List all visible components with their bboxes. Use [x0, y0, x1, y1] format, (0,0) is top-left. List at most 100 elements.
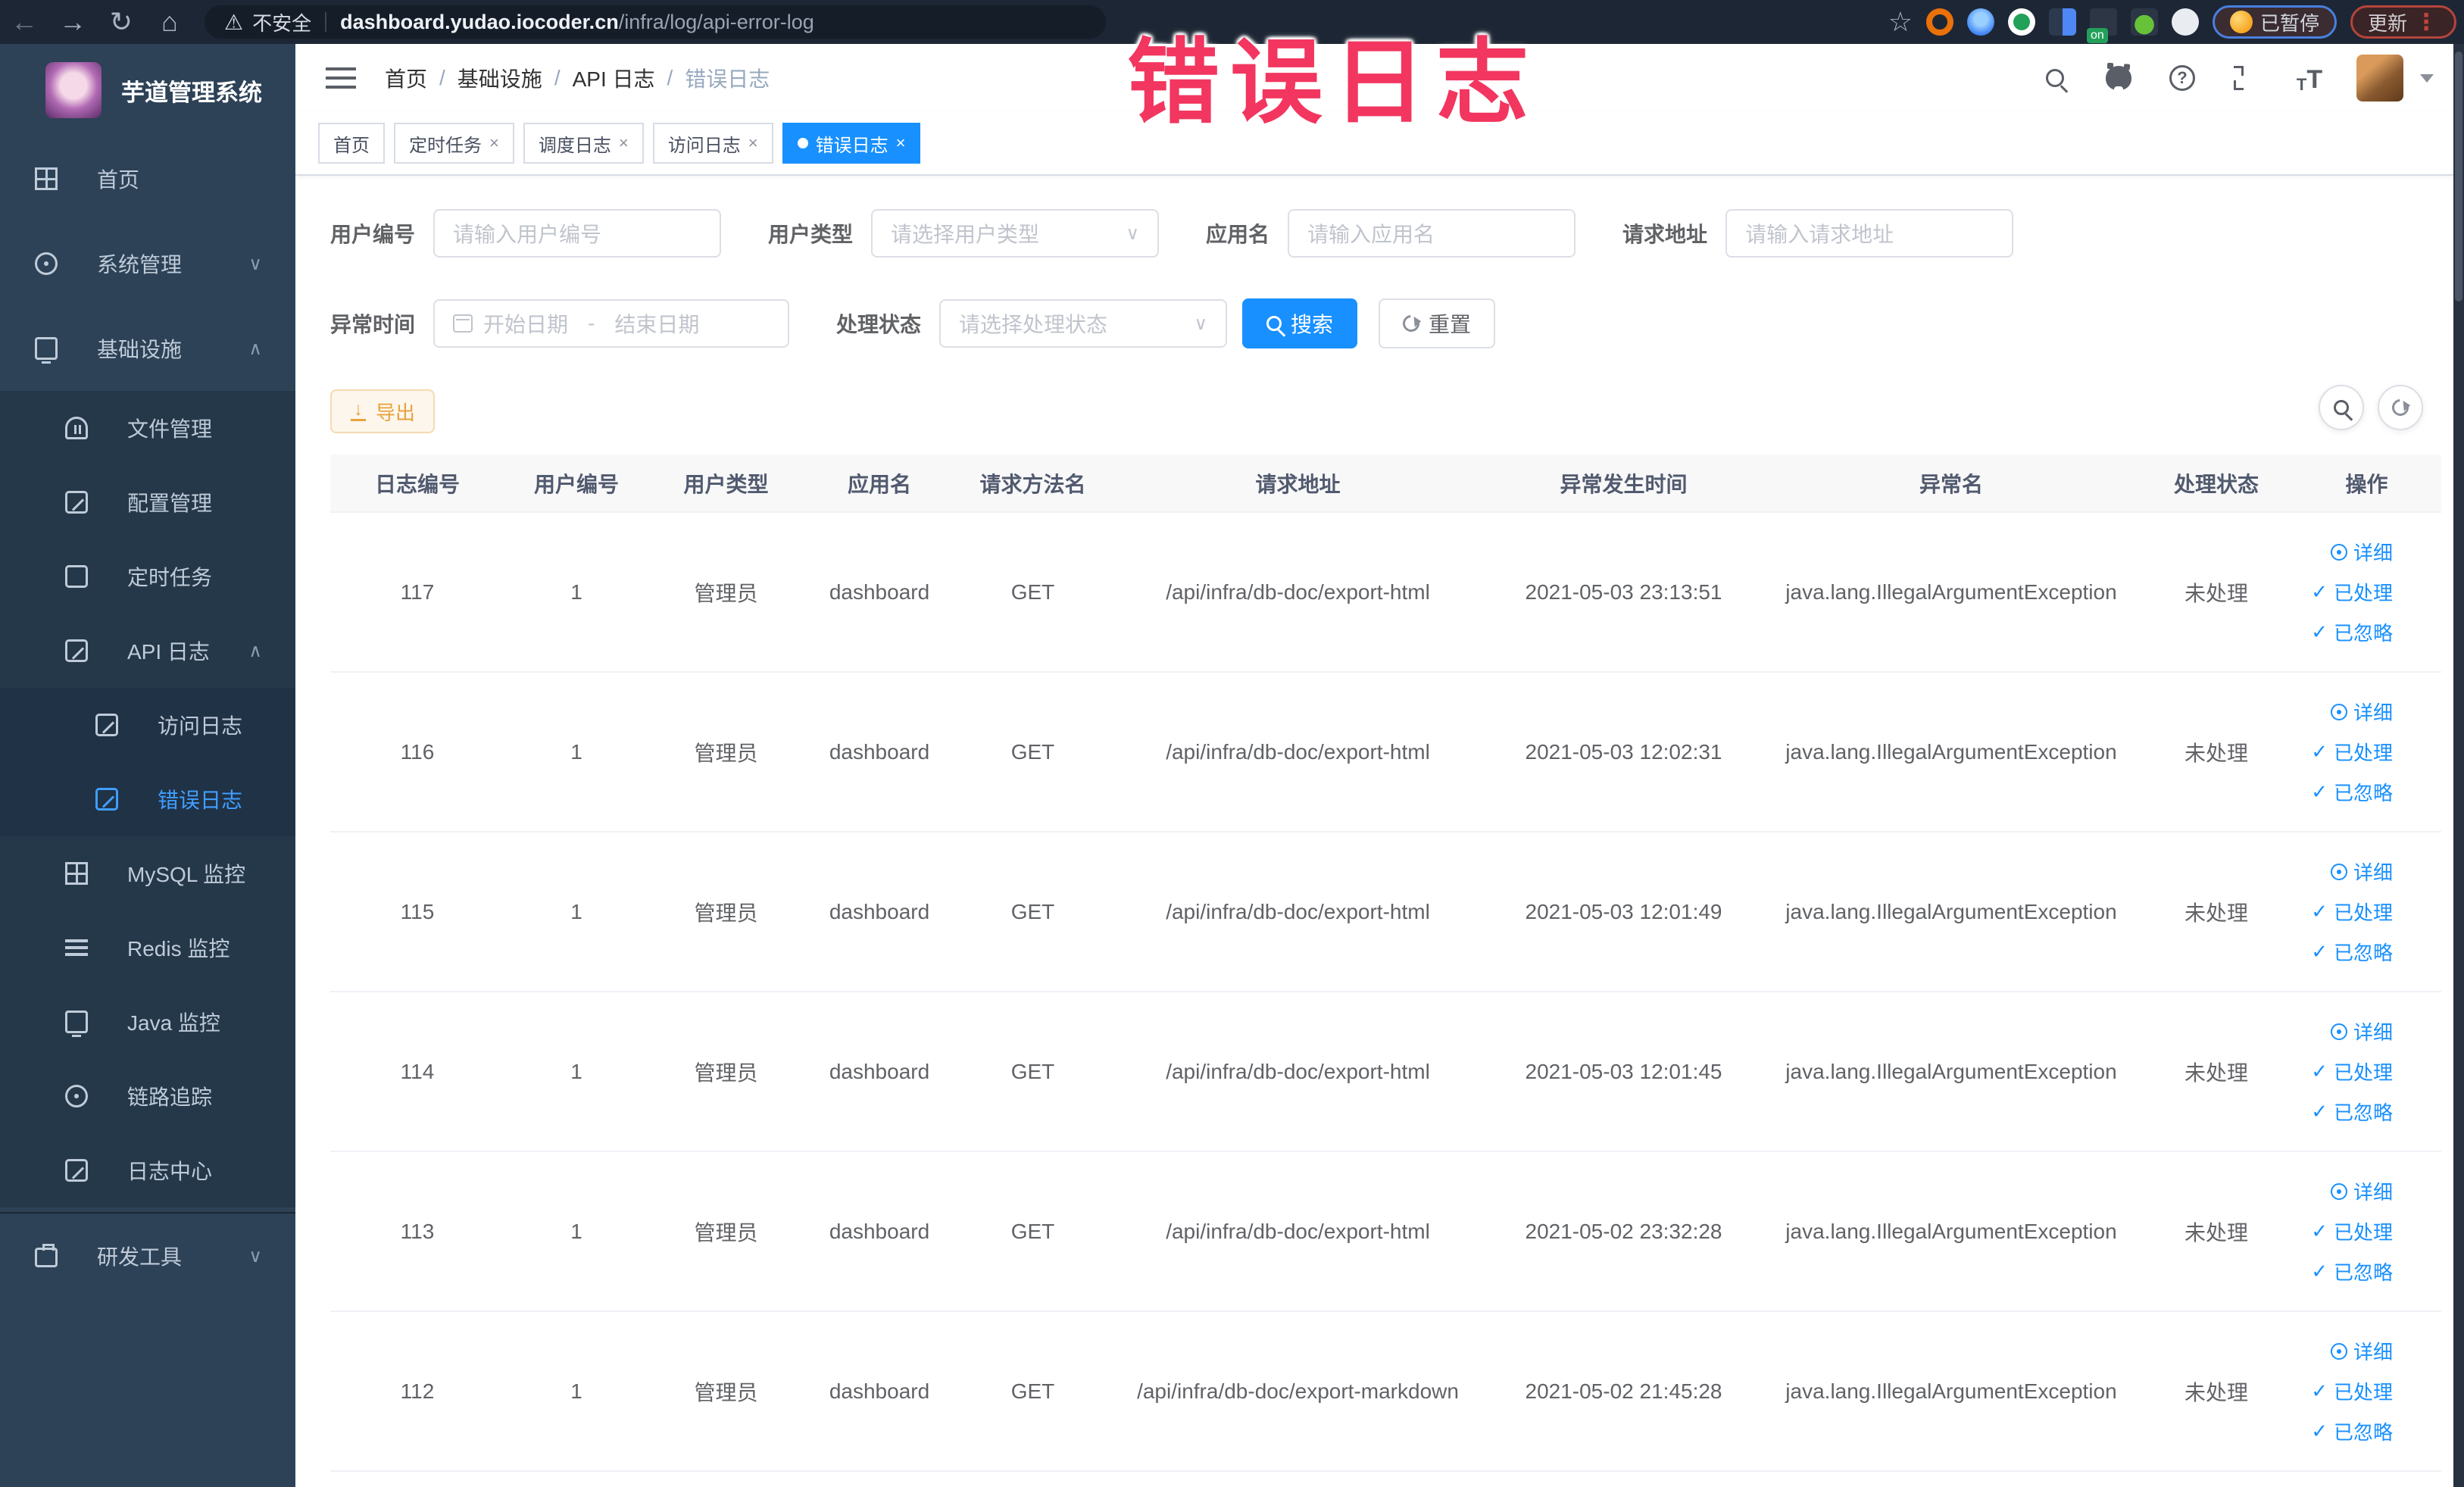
app-name-placeholder: 请输入应用名: [1307, 223, 1435, 246]
ignored-link[interactable]: ✓ 已忽略: [2311, 1417, 2393, 1445]
extension-icon-blue-pin[interactable]: [1966, 8, 1994, 36]
tab-access-log[interactable]: 访问日志 ×: [652, 123, 773, 164]
date-start-placeholder: 开始日期: [483, 313, 569, 336]
user-id-placeholder: 请输入用户编号: [453, 223, 602, 246]
processed-link[interactable]: ✓ 已处理: [2311, 1057, 2393, 1086]
tab-error-log[interactable]: 错误日志 ×: [782, 123, 921, 164]
github-icon[interactable]: [2102, 61, 2135, 95]
browser-menu-dots-icon[interactable]: ⋮: [2415, 9, 2439, 36]
extension-icon-puzzle[interactable]: [2171, 8, 2199, 36]
tab-home[interactable]: 首页: [318, 123, 385, 164]
sidebar-item-trace[interactable]: 链路追踪: [0, 1059, 295, 1133]
sidebar-item-mysql-monitor[interactable]: MySQL 监控: [0, 836, 295, 911]
col-time: 异常发生时间: [1485, 455, 1762, 512]
process-status-select[interactable]: 请选择处理状态 ∨: [939, 299, 1228, 348]
search-icon[interactable]: [2038, 61, 2072, 95]
breadcrumb-home[interactable]: 首页: [385, 63, 427, 93]
breadcrumb-separator: /: [439, 66, 445, 89]
sidebar-item-log-center[interactable]: 日志中心: [0, 1133, 295, 1207]
processed-link[interactable]: ✓ 已处理: [2311, 898, 2393, 926]
sidebar-item-file-management[interactable]: 文件管理: [0, 391, 295, 465]
table-header-row: 日志编号 用户编号 用户类型 应用名 请求方法名 请求地址 异常发生时间 异常名…: [330, 455, 2441, 512]
processed-link[interactable]: ✓ 已处理: [2311, 1377, 2393, 1405]
processed-link[interactable]: ✓ 已处理: [2311, 1217, 2393, 1245]
sidebar-item-redis-monitor[interactable]: Redis 监控: [0, 911, 295, 985]
annotation-overlay: 错误日志: [1127, 31, 1539, 134]
search-lens-icon: [2046, 69, 2064, 87]
detail-link[interactable]: 详细: [2330, 1177, 2393, 1205]
close-icon[interactable]: ×: [619, 133, 629, 153]
exception-time-range-picker[interactable]: 开始日期 - 结束日期: [433, 299, 790, 348]
tab-schedule-log[interactable]: 调度日志 ×: [523, 123, 644, 164]
extension-icon-grid[interactable]: [2048, 8, 2076, 36]
ignored-link[interactable]: ✓ 已忽略: [2311, 1257, 2393, 1286]
sidebar-item-home[interactable]: 首页: [0, 136, 295, 221]
table-row: 115 1 管理员 dashboard GET /api/infra/db-do…: [330, 832, 2441, 992]
detail-link[interactable]: 详细: [2330, 1337, 2393, 1365]
scrollbar-thumb[interactable]: [2455, 52, 2462, 301]
fullscreen-icon[interactable]: [2229, 61, 2263, 95]
avatar-caret-down-icon[interactable]: [2420, 73, 2434, 83]
browser-reload-icon[interactable]: ↻: [97, 6, 145, 38]
request-url-input[interactable]: 请输入请求地址: [1725, 209, 2014, 258]
export-button[interactable]: ↓ 导出: [330, 389, 436, 433]
redis-layers-icon: [65, 936, 88, 959]
user-type-select[interactable]: 请选择用户类型 ∨: [871, 209, 1160, 258]
sidebar-item-api-log[interactable]: API 日志 ∧: [0, 614, 295, 688]
app-name-input[interactable]: 请输入应用名: [1288, 209, 1576, 258]
detail-link[interactable]: 详细: [2330, 538, 2393, 566]
ignored-link[interactable]: ✓ 已忽略: [2311, 938, 2393, 966]
extension-icon-orange-ring[interactable]: [1925, 8, 1953, 36]
sidebar-item-access-log[interactable]: 访问日志: [0, 688, 295, 762]
ignored-link[interactable]: ✓ 已忽略: [2311, 618, 2393, 646]
sidebar-item-scheduled-tasks[interactable]: 定时任务: [0, 539, 295, 614]
tab-scheduled-tasks[interactable]: 定时任务 ×: [394, 123, 514, 164]
dashboard-icon: [35, 167, 58, 190]
avatar[interactable]: [2356, 55, 2403, 102]
detail-link[interactable]: 详细: [2330, 1017, 2393, 1045]
address-bar[interactable]: ⚠ 不安全 dashboard.yudao.iocoder.cn /infra/…: [205, 5, 1106, 39]
sidebar-item-error-log[interactable]: 错误日志: [0, 762, 295, 836]
detail-link[interactable]: 详细: [2330, 858, 2393, 886]
browser-home-icon[interactable]: ⌂: [145, 6, 194, 38]
breadcrumb-api-log[interactable]: API 日志: [573, 63, 655, 93]
not-secure-warning-icon: ⚠: [224, 10, 244, 34]
detail-link[interactable]: 详细: [2330, 698, 2393, 726]
update-button[interactable]: 更新 ⋮: [2350, 5, 2456, 39]
toggle-search-button[interactable]: [2319, 385, 2364, 430]
refresh-table-button[interactable]: [2378, 385, 2423, 430]
app-logo-row[interactable]: 芋道管理系统: [0, 44, 295, 136]
ignored-link[interactable]: ✓ 已忽略: [2311, 778, 2393, 806]
processed-link[interactable]: ✓ 已处理: [2311, 578, 2393, 606]
scrollbar[interactable]: [2453, 44, 2464, 1487]
download-icon: ↓: [350, 401, 367, 421]
extension-icon-sprout[interactable]: [2130, 8, 2158, 36]
bookmark-star-icon[interactable]: ☆: [1888, 6, 1913, 38]
paused-button[interactable]: 已暂停: [2212, 5, 2337, 39]
reset-button[interactable]: 重置: [1379, 298, 1496, 348]
font-size-icon[interactable]: TT: [2293, 61, 2326, 95]
close-icon[interactable]: ×: [748, 133, 758, 153]
extension-icon-on-badge[interactable]: on: [2086, 8, 2117, 43]
ignored-link[interactable]: ✓ 已忽略: [2311, 1098, 2393, 1126]
sidebar-item-java-monitor[interactable]: Java 监控: [0, 985, 295, 1059]
sidebar-item-config-management[interactable]: 配置管理: [0, 465, 295, 539]
close-icon[interactable]: ×: [896, 133, 906, 153]
close-icon[interactable]: ×: [489, 133, 499, 153]
processed-link[interactable]: ✓ 已处理: [2311, 738, 2393, 766]
not-secure-label[interactable]: 不安全: [252, 8, 311, 36]
browser-forward-icon[interactable]: →: [48, 6, 97, 38]
sidebar-item-dev-tools[interactable]: 研发工具 ∨: [0, 1214, 295, 1298]
user-id-input[interactable]: 请输入用户编号: [433, 209, 722, 258]
extension-icon-green-v[interactable]: [2007, 8, 2035, 36]
browser-back-icon[interactable]: ←: [0, 6, 48, 38]
col-log-id: 日志编号: [330, 455, 504, 512]
help-icon[interactable]: ?: [2166, 61, 2199, 95]
breadcrumb-infrastructure[interactable]: 基础设施: [458, 63, 542, 93]
search-button-label: 搜索: [1291, 313, 1334, 336]
search-button[interactable]: 搜索: [1242, 298, 1358, 348]
sidebar-item-infrastructure[interactable]: 基础设施 ∧: [0, 306, 295, 391]
sidebar-item-system[interactable]: 系统管理 ∨: [0, 221, 295, 306]
extension-on-label: on: [2086, 28, 2108, 43]
sidebar-collapse-icon[interactable]: [326, 66, 356, 90]
